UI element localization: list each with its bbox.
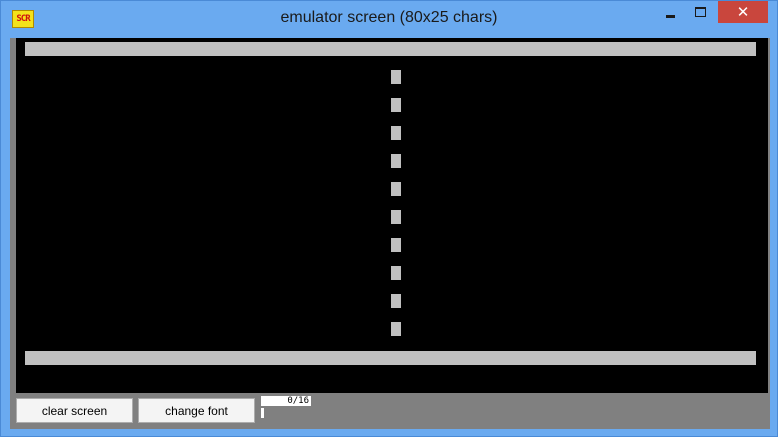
center-dash	[391, 154, 401, 168]
center-dash	[391, 210, 401, 224]
change-font-button[interactable]: change font	[138, 398, 255, 423]
close-icon: ✕	[736, 3, 750, 21]
top-wall	[25, 42, 756, 56]
close-button[interactable]: ✕	[718, 1, 768, 23]
center-dash	[391, 126, 401, 140]
bottom-wall	[25, 351, 756, 365]
counter-display: 0/16	[261, 396, 311, 406]
center-dash	[391, 322, 401, 336]
minimize-icon	[665, 14, 675, 18]
maximize-icon	[694, 7, 706, 17]
center-dash	[391, 182, 401, 196]
clear-screen-button[interactable]: clear screen	[16, 398, 133, 423]
minimize-button[interactable]	[656, 1, 684, 23]
center-dash	[391, 266, 401, 280]
center-dash	[391, 70, 401, 84]
emulator-screen[interactable]	[16, 38, 768, 393]
emulator-window: SCR emulator screen (80x25 chars) ✕ clea…	[0, 0, 778, 437]
center-dash	[391, 238, 401, 252]
maximize-button[interactable]	[686, 1, 714, 23]
center-dash	[391, 294, 401, 308]
center-dash	[391, 98, 401, 112]
title-bar[interactable]: SCR emulator screen (80x25 chars) ✕	[1, 1, 777, 37]
client-area: clear screen change font 0/16	[10, 38, 770, 429]
input-cursor	[261, 408, 264, 418]
control-panel: clear screen change font 0/16	[10, 393, 770, 429]
